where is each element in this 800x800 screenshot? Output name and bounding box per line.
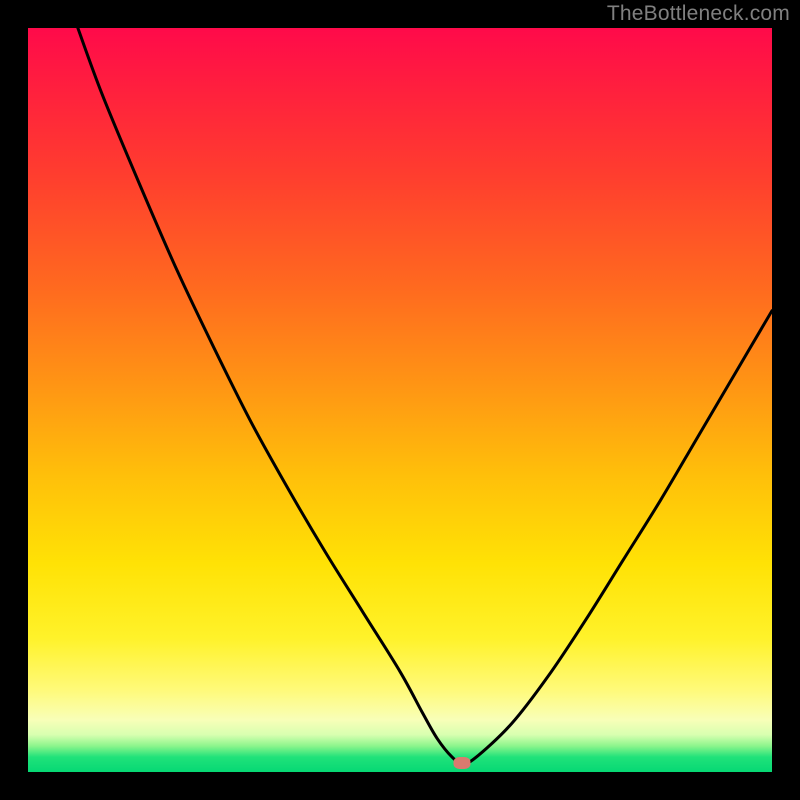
watermark-text: TheBottleneck.com [607,2,790,26]
bottleneck-curve [78,28,772,764]
optimal-marker [453,757,470,769]
curve-svg [28,28,772,772]
chart-container: TheBottleneck.com [0,0,800,800]
plot-area [28,28,772,772]
